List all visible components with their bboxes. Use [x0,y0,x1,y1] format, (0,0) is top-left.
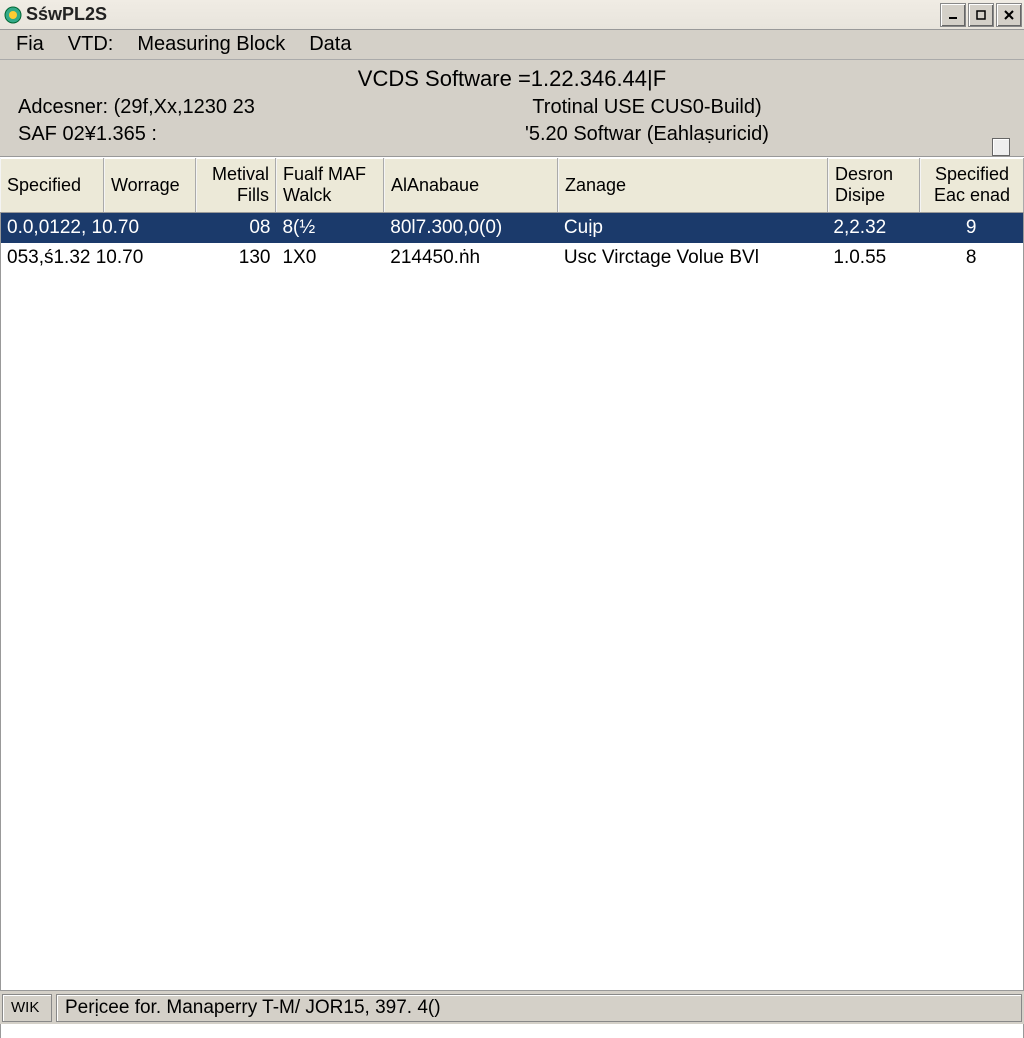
col-specified-eac[interactable]: Specified Eac enad [920,158,1024,212]
info-saf: SAF 02¥1.365 : [8,123,318,146]
table-header: Specified Worrage Metival Fills Fualf MA… [0,157,1024,213]
menu-vtd[interactable]: VTD: [56,31,126,58]
col-desron-disipe[interactable]: Desron Disipe [828,158,920,212]
panel-icon[interactable] [992,138,1010,156]
cell-eac: 9 [919,215,1023,241]
col-worrage[interactable]: Worrage [104,158,196,212]
info-build: Trotinal USE CUS0-Build) [318,96,976,119]
cell-zanage: Usc Virctage Volue BVl [558,245,827,271]
status-left: WIK [2,994,52,1022]
cell-eac: 8 [919,245,1023,271]
window-controls [938,3,1022,27]
window-title: SśwPL2S [26,4,938,25]
col-alanabaue[interactable]: AlAnabaue [384,158,558,212]
cell-alanabaue: 80l7.300,0(0) [384,215,558,241]
app-icon [4,6,22,24]
info-software-line: VCDS Software =1.22.346.44|F [8,64,1016,94]
info-address: Adcesner: (29f,Xx,1230 23 [8,96,318,119]
table-body[interactable]: 0.0,0122, 10.70 08 8(½ 80l7.300,0(0) Cuị… [0,213,1024,1038]
cell-fills: 130 [197,245,277,271]
status-main: Perịcee for. Manaperry T-M/ JOR15, 397. … [56,994,1022,1022]
cell-spec: 0.0,0122, 10.70 [1,215,197,241]
cell-maf: 1X0 [276,245,384,271]
cell-desron: 1.0.55 [827,245,919,271]
menu-fia[interactable]: Fia [4,31,56,58]
info-softwar: '5.20 Softwar (Eahlaṣuricid) [318,123,976,146]
cell-spec: 053,ś1.32 10.70 [1,245,197,271]
maximize-button[interactable] [968,3,994,27]
col-fualf-maf[interactable]: Fualf MAF Walck [276,158,384,212]
minimize-button[interactable] [940,3,966,27]
titlebar: SśwPL2S [0,0,1024,30]
close-button[interactable] [996,3,1022,27]
statusbar: WIK Perịcee for. Manaperry T-M/ JOR15, 3… [0,990,1024,1024]
table-row[interactable]: 053,ś1.32 10.70 130 1X0 214450.ṅh Usc Vi… [1,243,1023,273]
col-metival-fills[interactable]: Metival Fills [196,158,276,212]
table-row[interactable]: 0.0,0122, 10.70 08 8(½ 80l7.300,0(0) Cuị… [1,213,1023,243]
info-area: VCDS Software =1.22.346.44|F Adcesner: (… [0,60,1024,157]
menu-data[interactable]: Data [297,31,363,58]
menubar: Fia VTD: Measuring Block Data [0,30,1024,60]
cell-desron: 2,2.32 [827,215,919,241]
menu-measuring-block[interactable]: Measuring Block [125,31,297,58]
col-zanage[interactable]: Zanage [558,158,828,212]
cell-fills: 08 [197,215,277,241]
cell-maf: 8(½ [276,215,384,241]
cell-alanabaue: 214450.ṅh [384,245,558,271]
cell-zanage: Cuịp [558,215,827,241]
col-specified[interactable]: Specified [0,158,104,212]
